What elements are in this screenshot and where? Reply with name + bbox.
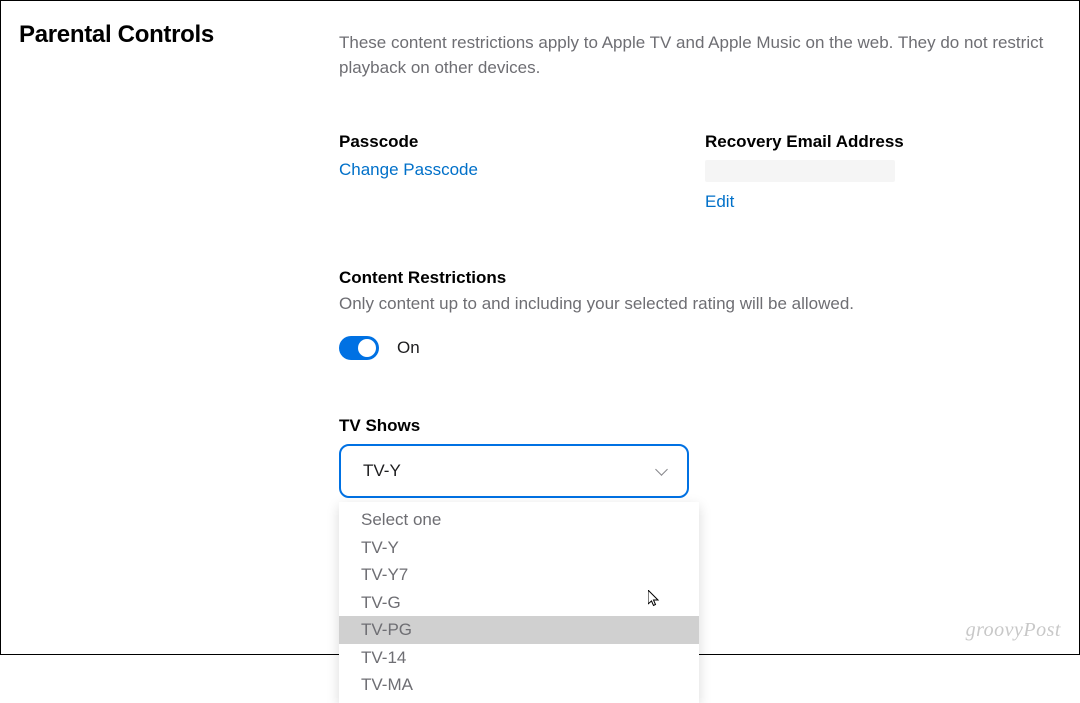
passcode-label: Passcode [339,132,685,152]
change-passcode-link[interactable]: Change Passcode [339,160,685,180]
dropdown-option[interactable]: TV-Y7 [339,561,699,589]
content-restrictions-toggle[interactable] [339,336,379,360]
dropdown-option[interactable]: TV-Y [339,534,699,562]
tv-shows-select[interactable]: TV-Y [339,444,689,498]
tv-shows-label: TV Shows [339,416,1051,436]
dropdown-option[interactable]: TV-MA [339,671,699,699]
content-restrictions-description: Only content up to and including your se… [339,294,1051,314]
content-restrictions-title: Content Restrictions [339,268,1051,288]
page-title: Parental Controls [19,21,339,49]
edit-email-link[interactable]: Edit [705,192,1051,212]
dropdown-option[interactable]: TV-G [339,589,699,617]
toggle-state-label: On [397,338,420,358]
dropdown-option[interactable]: TV-PG [339,616,699,644]
dropdown-option[interactable]: TV-14 [339,644,699,672]
tv-shows-selected-value: TV-Y [363,461,401,481]
tv-shows-dropdown: Select one TV-Y TV-Y7 TV-G TV-PG TV-14 T… [339,502,699,703]
recovery-email-label: Recovery Email Address [705,132,1051,152]
chevron-down-icon [655,464,669,478]
recovery-email-value [705,160,895,182]
watermark: groovyPost [966,619,1061,642]
page-description: These content restrictions apply to Appl… [339,31,1051,80]
dropdown-option[interactable]: Select one [339,506,699,534]
